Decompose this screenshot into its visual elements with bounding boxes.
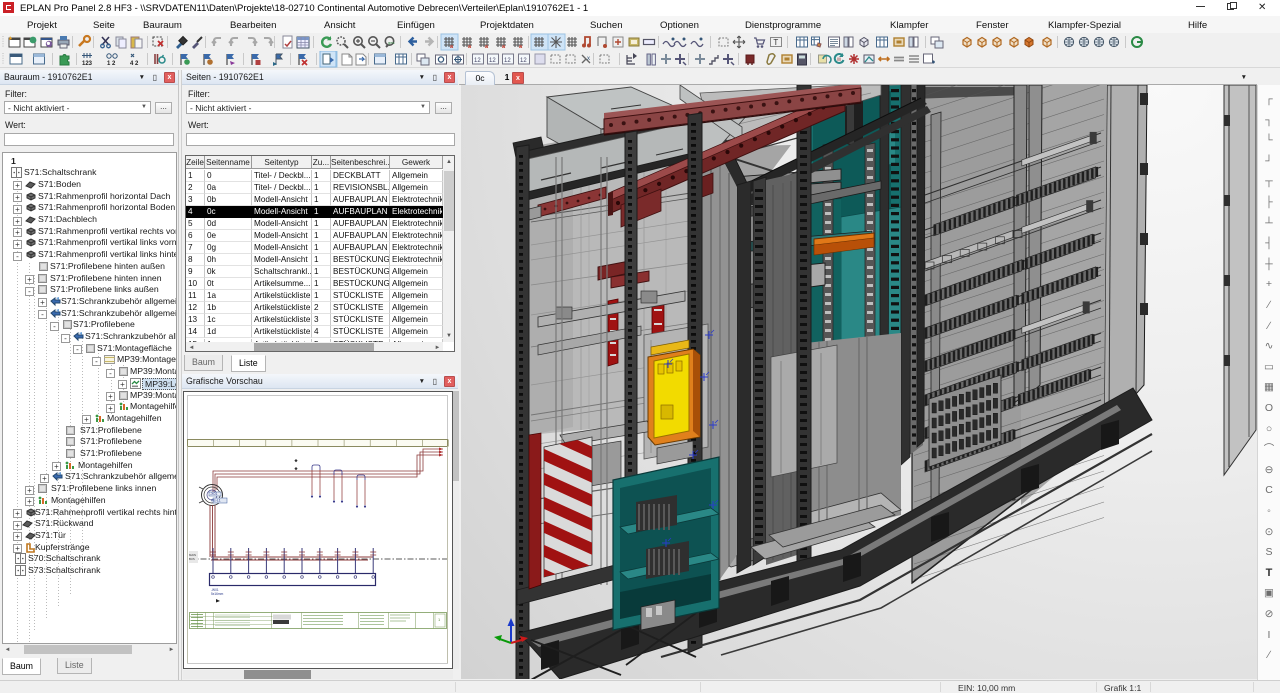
svg-text:12: 12: [520, 58, 527, 64]
svg-text:ges: ges: [388, 40, 394, 45]
svg-text:12: 12: [504, 58, 511, 64]
svg-text:PE-L1: PE-L1: [211, 499, 221, 503]
svg-text:12: 12: [489, 58, 496, 64]
svg-text:x: x: [587, 56, 590, 62]
svg-text:12: 12: [474, 58, 481, 64]
svg-text:4 2: 4 2: [130, 61, 139, 67]
svg-text:BUS: BUS: [189, 557, 195, 561]
svg-text:1 2: 1 2: [107, 61, 116, 67]
svg-text:123: 123: [82, 61, 93, 67]
svg-text:-X01: -X01: [210, 492, 217, 496]
svg-text:T: T: [773, 38, 778, 47]
svg-text:5x16mm: 5x16mm: [211, 592, 224, 596]
